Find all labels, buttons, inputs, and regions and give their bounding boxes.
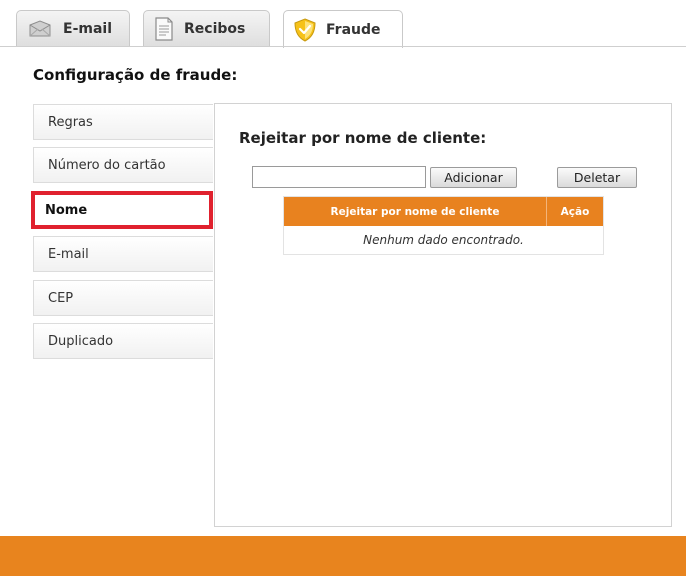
tab-divider — [0, 46, 686, 47]
sidebar-item-email[interactable]: E-mail — [33, 236, 213, 272]
section-title: Rejeitar por nome de cliente: — [239, 129, 487, 147]
table-header: Rejeitar por nome de cliente Ação — [284, 197, 603, 226]
document-icon — [154, 17, 174, 41]
tab-fraude[interactable]: Fraude — [283, 10, 403, 48]
column-header-name[interactable]: Rejeitar por nome de cliente — [284, 197, 547, 226]
page-title: Configuração de fraude: — [33, 66, 238, 84]
column-header-action: Ação — [560, 205, 590, 218]
tab-recibos[interactable]: Recibos — [143, 10, 270, 47]
envelope-icon — [27, 19, 53, 39]
tab-email-label: E-mail — [63, 21, 113, 37]
content-panel: Rejeitar por nome de cliente: Adicionar … — [214, 103, 672, 527]
add-button[interactable]: Adicionar — [430, 167, 517, 188]
top-tab-bar: E-mail Recibos Fraude — [0, 0, 686, 48]
footer-bar — [0, 536, 686, 576]
sidebar-item-duplicado[interactable]: Duplicado — [33, 323, 213, 359]
sidebar-item-label: CEP — [48, 290, 74, 306]
shield-icon — [294, 17, 316, 42]
tab-recibos-label: Recibos — [184, 21, 246, 37]
sidebar-item-label: Nome — [45, 202, 88, 218]
sidebar-item-cep[interactable]: CEP — [33, 280, 213, 316]
sidebar-item-label: Duplicado — [48, 333, 114, 349]
empty-state-message: Nenhum dado encontrado. — [363, 233, 524, 247]
delete-button[interactable]: Deletar — [557, 167, 637, 188]
sidebar-item-nome[interactable]: Nome — [31, 191, 213, 229]
sidebar-item-label: E-mail — [48, 246, 89, 262]
tab-email[interactable]: E-mail — [16, 10, 130, 47]
sidebar-item-numero-cartao[interactable]: Número do cartão — [33, 147, 213, 183]
customer-name-input[interactable] — [252, 166, 426, 188]
sidebar-item-label: Número do cartão — [48, 157, 166, 173]
blocked-names-table: Rejeitar por nome de cliente Ação Nenhum… — [283, 196, 604, 255]
sidebar-item-label: Regras — [48, 114, 93, 130]
tab-fraude-label: Fraude — [326, 21, 381, 38]
sidebar-item-regras[interactable]: Regras — [33, 104, 213, 140]
